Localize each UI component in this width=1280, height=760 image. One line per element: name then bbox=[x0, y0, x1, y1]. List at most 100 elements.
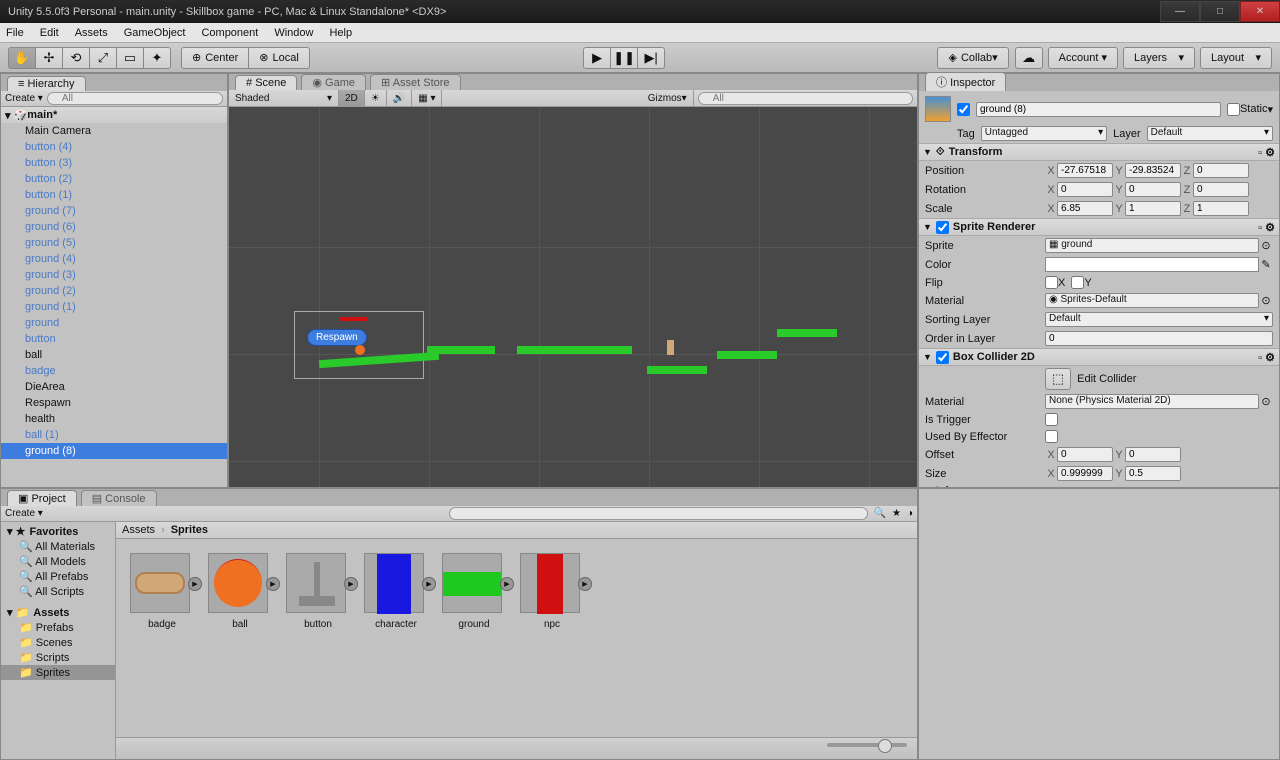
asset-item[interactable]: ▶ball bbox=[208, 553, 272, 723]
layers-dropdown[interactable]: Layers ▾ bbox=[1123, 47, 1195, 69]
multi-tool[interactable]: ✦ bbox=[143, 47, 171, 69]
rot-y-input[interactable] bbox=[1125, 182, 1181, 197]
close-button[interactable]: ✕ bbox=[1240, 1, 1280, 22]
hierarchy-item[interactable]: badge bbox=[1, 363, 227, 379]
thumbnail-size-slider[interactable] bbox=[827, 743, 907, 747]
color-field[interactable] bbox=[1045, 257, 1259, 272]
menu-assets[interactable]: Assets bbox=[75, 27, 108, 39]
fx-dropdown[interactable]: ▦ ▾ bbox=[412, 90, 442, 105]
gizmos-dropdown[interactable]: Gizmos ▾ bbox=[642, 90, 694, 105]
box-collider-header[interactable]: ▼ Box Collider 2D▫ ⚙ bbox=[919, 348, 1279, 366]
hand-tool[interactable]: ✋ bbox=[8, 47, 36, 69]
hierarchy-item[interactable]: ground (2) bbox=[1, 283, 227, 299]
shading-dropdown[interactable]: Shaded ▾ bbox=[229, 90, 339, 105]
favorites-header[interactable]: ▾ ★ Favorites bbox=[1, 524, 115, 539]
pivot-local[interactable]: ⊗ Local bbox=[248, 47, 310, 69]
asset-item[interactable]: ▶ground bbox=[442, 553, 506, 723]
hierarchy-item[interactable]: Respawn bbox=[1, 395, 227, 411]
hierarchy-item[interactable]: ground (7) bbox=[1, 203, 227, 219]
rotate-tool[interactable]: ⟲ bbox=[62, 47, 90, 69]
asset-store-tab[interactable]: ⊞ Asset Store bbox=[370, 74, 461, 90]
scene-root[interactable]: ▾ 🎲 main* bbox=[1, 107, 227, 123]
gameobject-name-input[interactable] bbox=[976, 102, 1221, 117]
pivot-center[interactable]: ⊕ Center bbox=[181, 47, 249, 69]
hidden-filter-icon[interactable]: ◑ bbox=[907, 508, 913, 519]
pause-button[interactable]: ❚❚ bbox=[610, 47, 638, 69]
hierarchy-item[interactable]: ground (6) bbox=[1, 219, 227, 235]
fav-item[interactable]: 🔍 All Scripts bbox=[1, 584, 115, 599]
fav-item[interactable]: 🔍 All Models bbox=[1, 554, 115, 569]
hierarchy-item[interactable]: ground (5) bbox=[1, 235, 227, 251]
hierarchy-item[interactable]: ball (1) bbox=[1, 427, 227, 443]
info-foldout[interactable]: Info bbox=[936, 485, 954, 487]
flip-x-checkbox[interactable] bbox=[1045, 276, 1058, 289]
used-by-effector-checkbox[interactable] bbox=[1045, 430, 1058, 443]
offset-y-input[interactable] bbox=[1125, 447, 1181, 462]
project-search[interactable] bbox=[449, 507, 867, 520]
order-in-layer-input[interactable] bbox=[1045, 331, 1273, 346]
expand-icon[interactable]: ▶ bbox=[188, 577, 202, 591]
eyedropper-icon[interactable]: ✎ bbox=[1259, 258, 1273, 271]
rect-tool[interactable]: ▭ bbox=[116, 47, 144, 69]
asset-item[interactable]: ▶badge bbox=[130, 553, 194, 723]
menu-file[interactable]: File bbox=[6, 27, 24, 39]
search-filter-icon[interactable]: 🔍 bbox=[874, 508, 886, 519]
expand-icon[interactable]: ▶ bbox=[422, 577, 436, 591]
static-checkbox[interactable] bbox=[1227, 103, 1240, 116]
hierarchy-item[interactable]: ground (4) bbox=[1, 251, 227, 267]
scl-x-input[interactable] bbox=[1057, 201, 1113, 216]
game-tab[interactable]: ◉ Game bbox=[301, 74, 366, 90]
folder-item[interactable]: 📁 Scripts bbox=[1, 650, 115, 665]
asset-item[interactable]: ▶character bbox=[364, 553, 428, 723]
sprite-picker-icon[interactable]: ⊙ bbox=[1259, 239, 1273, 252]
menu-gameobject[interactable]: GameObject bbox=[124, 27, 186, 39]
assets-header[interactable]: ▾ 📁 Assets bbox=[1, 605, 115, 620]
menu-window[interactable]: Window bbox=[274, 27, 313, 39]
maximize-button[interactable]: □ bbox=[1200, 1, 1240, 22]
menu-edit[interactable]: Edit bbox=[40, 27, 59, 39]
project-create[interactable]: Create ▾ bbox=[5, 508, 43, 519]
hierarchy-search[interactable] bbox=[47, 92, 223, 105]
folder-item-sprites[interactable]: 📁 Sprites bbox=[1, 665, 115, 680]
play-button[interactable]: ▶ bbox=[583, 47, 611, 69]
menu-help[interactable]: Help bbox=[329, 27, 352, 39]
expand-icon[interactable]: ▶ bbox=[500, 577, 514, 591]
folder-item[interactable]: 📁 Scenes bbox=[1, 635, 115, 650]
pos-x-input[interactable] bbox=[1057, 163, 1113, 178]
console-tab[interactable]: ▤ Console bbox=[81, 490, 157, 506]
sprite-field[interactable]: ▦ ground bbox=[1045, 238, 1259, 253]
tag-dropdown[interactable]: Untagged▾ bbox=[981, 126, 1107, 141]
audio-toggle[interactable]: 🔊 bbox=[387, 90, 412, 105]
expand-icon[interactable]: ▶ bbox=[344, 577, 358, 591]
physics-material-picker-icon[interactable]: ⊙ bbox=[1259, 395, 1273, 408]
collab-dropdown[interactable]: ◈ Collab ▾ bbox=[937, 47, 1008, 69]
hierarchy-item[interactable]: ball bbox=[1, 347, 227, 363]
hierarchy-item[interactable]: ground (8) bbox=[1, 443, 227, 459]
favorite-filter-icon[interactable]: ★ bbox=[892, 508, 901, 519]
scale-tool[interactable]: ⤢ bbox=[89, 47, 117, 69]
pos-y-input[interactable] bbox=[1125, 163, 1181, 178]
hierarchy-item[interactable]: button (3) bbox=[1, 155, 227, 171]
fav-item[interactable]: 🔍 All Materials bbox=[1, 539, 115, 554]
breadcrumb-item[interactable]: Sprites bbox=[171, 524, 208, 536]
scl-y-input[interactable] bbox=[1125, 201, 1181, 216]
cloud-button[interactable]: ☁ bbox=[1015, 47, 1043, 69]
hierarchy-item[interactable]: button bbox=[1, 331, 227, 347]
asset-item[interactable]: ▶button bbox=[286, 553, 350, 723]
scene-search[interactable] bbox=[698, 92, 913, 105]
lighting-toggle[interactable]: ☀ bbox=[365, 90, 387, 105]
hierarchy-item[interactable]: button (4) bbox=[1, 139, 227, 155]
layout-dropdown[interactable]: Layout ▾ bbox=[1200, 47, 1272, 69]
move-tool[interactable]: ✢ bbox=[35, 47, 63, 69]
sprite-renderer-header[interactable]: ▼ Sprite Renderer▫ ⚙ bbox=[919, 218, 1279, 236]
is-trigger-checkbox[interactable] bbox=[1045, 413, 1058, 426]
hierarchy-create[interactable]: Create ▾ bbox=[5, 93, 43, 104]
hierarchy-item[interactable]: button (1) bbox=[1, 187, 227, 203]
hierarchy-item[interactable]: button (2) bbox=[1, 171, 227, 187]
hierarchy-item[interactable]: DieArea bbox=[1, 379, 227, 395]
scl-z-input[interactable] bbox=[1193, 201, 1249, 216]
hierarchy-item[interactable]: health bbox=[1, 411, 227, 427]
physics-material-field[interactable]: None (Physics Material 2D) bbox=[1045, 394, 1259, 409]
material-picker-icon[interactable]: ⊙ bbox=[1259, 294, 1273, 307]
rot-z-input[interactable] bbox=[1193, 182, 1249, 197]
